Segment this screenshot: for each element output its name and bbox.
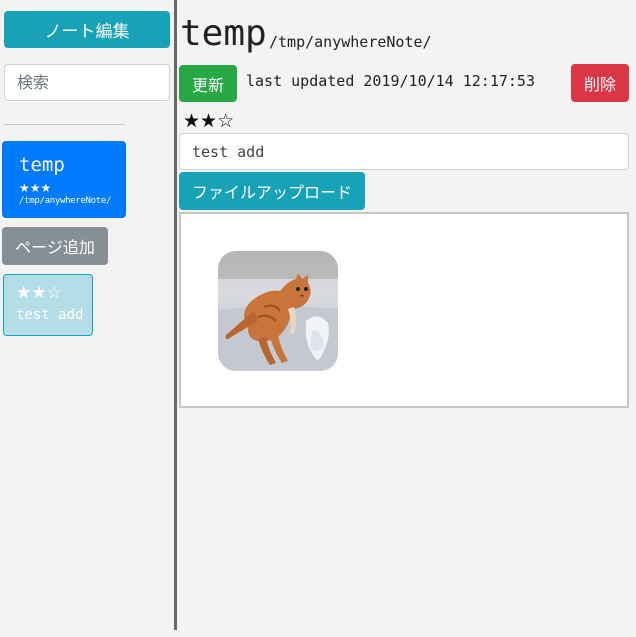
sidebar: ノート編集 temp ★★★ /tmp/anywhereNote/ ページ追加 …	[0, 0, 174, 637]
add-page-button[interactable]: ページ追加	[2, 227, 108, 265]
page-item-title: temp	[19, 154, 65, 176]
note-input[interactable]	[179, 133, 629, 170]
search-input[interactable]	[4, 64, 170, 101]
sidebar-divider	[4, 124, 125, 125]
image-thumbnail[interactable]	[218, 251, 338, 371]
file-area	[179, 212, 629, 408]
page-title: temp	[180, 13, 267, 54]
page-item-path: /tmp/anywhereNote/	[19, 196, 112, 206]
file-upload-button[interactable]: ファイルアップロード	[179, 172, 365, 210]
page-item-rating: ★★★	[19, 181, 52, 195]
update-button[interactable]: 更新	[179, 65, 237, 102]
delete-button[interactable]: 削除	[571, 64, 629, 102]
page-list-item[interactable]: temp ★★★ /tmp/anywhereNote/	[2, 141, 126, 218]
last-updated-text: last updated 2019/10/14 12:17:53	[246, 72, 535, 90]
main-panel: temp /tmp/anywhereNote/ 更新 last updated …	[177, 0, 636, 637]
star-rating[interactable]: ★★☆	[183, 110, 234, 132]
page-path: /tmp/anywhereNote/	[269, 33, 432, 51]
note-list-item[interactable]: ★★☆ test add	[3, 274, 93, 336]
note-item-rating: ★★☆	[16, 283, 62, 303]
note-item-text: test add	[16, 307, 84, 323]
edit-note-button[interactable]: ノート編集	[4, 11, 170, 48]
